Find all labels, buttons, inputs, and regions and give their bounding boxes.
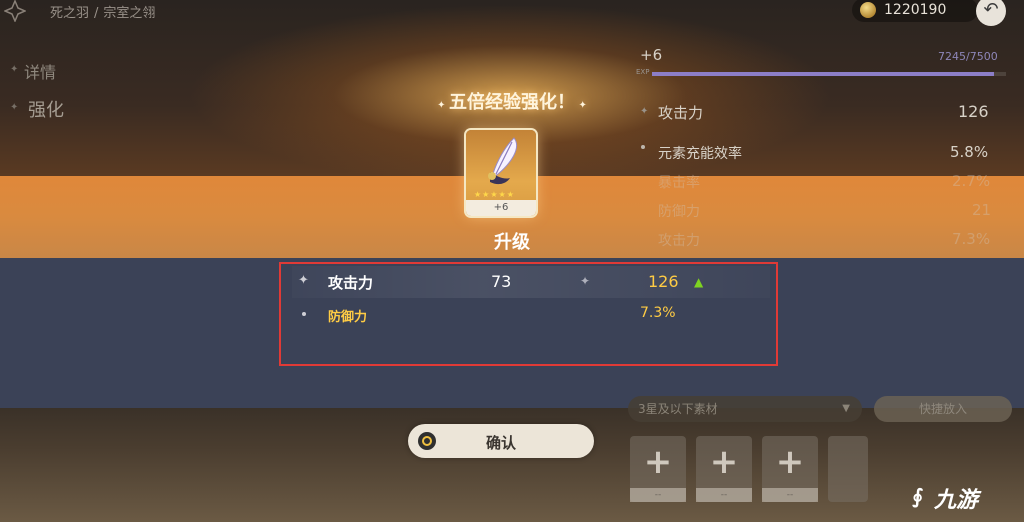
- change-old-value: 73: [491, 272, 512, 291]
- mora-coin-icon: [860, 2, 876, 18]
- upgrade-heading: 升级: [494, 232, 530, 253]
- material-filter-select[interactable]: 3星及以下素材 ▼: [628, 396, 862, 422]
- sub-stat-value: 5.8%: [950, 143, 989, 161]
- breadcrumb: 死之羽 / 宗室之翎: [50, 2, 155, 21]
- slot-count: --: [696, 488, 752, 502]
- sparkle-icon: ✦: [437, 100, 449, 111]
- sub-stat-label: 暴击率: [658, 175, 700, 191]
- new-substat-label: 防御力: [328, 310, 368, 325]
- increase-arrow-icon: ▲: [694, 275, 704, 289]
- currency-amount: 1220190: [884, 2, 947, 18]
- artifact-type-icon: [4, 0, 26, 22]
- chevron-down-icon: ▼: [842, 403, 850, 414]
- plus-icon: +: [709, 442, 739, 482]
- sub-stat-label: 防御力: [658, 204, 700, 220]
- quick-add-button[interactable]: 快捷放入: [874, 396, 1012, 422]
- arrow-diamond-icon: ✦: [580, 274, 591, 288]
- popup-title-text: 五倍经验强化！: [449, 92, 575, 113]
- material-slot[interactable]: + --: [630, 436, 686, 502]
- change-stat-label: 攻击力: [328, 274, 374, 292]
- new-substat-value: 7.3%: [640, 305, 676, 321]
- plume-icon: [488, 137, 518, 185]
- sub-stat-value: 21: [972, 201, 992, 219]
- sub-stat-value: 2.7%: [952, 172, 991, 190]
- breadcrumb-item[interactable]: 死之羽: [50, 6, 89, 21]
- confirm-label: 确认: [485, 434, 516, 452]
- slot-count: --: [762, 488, 818, 502]
- bullet-icon: [641, 145, 645, 149]
- confirm-button[interactable]: 确认: [408, 424, 594, 458]
- material-slot[interactable]: [828, 436, 868, 502]
- material-slot[interactable]: + --: [696, 436, 752, 502]
- bullet-icon: [302, 312, 306, 316]
- exp-bar-fill: [652, 72, 994, 76]
- artifact-level: +6: [640, 46, 663, 64]
- slot-count: --: [630, 488, 686, 502]
- exp-label: EXP: [636, 68, 650, 76]
- exp-value: 7245/7500: [938, 50, 998, 63]
- artifact-card: ★★★★★ +6: [466, 130, 536, 216]
- plus-icon: +: [643, 442, 673, 482]
- change-new-value: 126: [648, 272, 679, 291]
- breadcrumb-separator: /: [94, 6, 99, 21]
- sparkle-icon: ✦: [575, 100, 587, 111]
- card-level: +6: [466, 200, 536, 216]
- stat-diamond-icon: ✦: [298, 273, 309, 288]
- watermark: 九游: [934, 488, 979, 513]
- menu-diamond-icon: ✦: [10, 64, 19, 75]
- filter-label: 3星及以下素材: [638, 402, 718, 416]
- sub-stat-label: 元素充能效率: [658, 146, 742, 162]
- material-slot[interactable]: + --: [762, 436, 818, 502]
- rarity-stars: ★★★★★: [474, 190, 515, 199]
- plus-icon: +: [775, 442, 805, 482]
- breadcrumb-item[interactable]: 宗室之翎: [103, 6, 155, 21]
- popup-title: ✦ 五倍经验强化！ ✦: [0, 88, 1024, 114]
- sidebar-item-details[interactable]: 详情: [24, 59, 56, 83]
- watermark-logo-icon: ∮: [912, 484, 924, 508]
- undo-icon: ↶: [983, 0, 999, 20]
